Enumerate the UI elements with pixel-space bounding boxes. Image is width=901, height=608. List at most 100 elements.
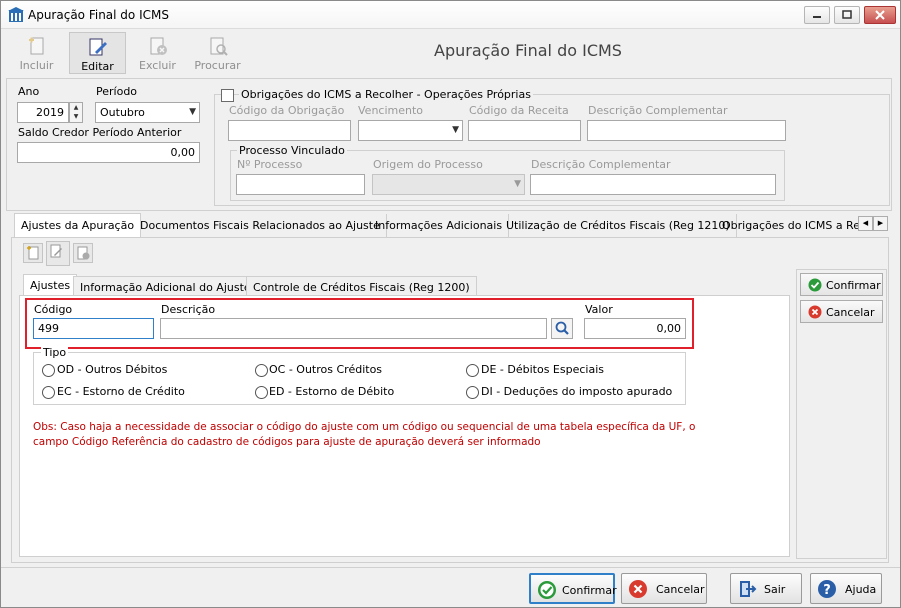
saldo-label: Saldo Credor Período Anterior <box>18 126 182 139</box>
ajuda-button[interactable]: ? Ajuda <box>810 573 882 604</box>
descricao-label: Descrição <box>161 303 216 316</box>
subtab-label: Informação Adicional do Ajuste <box>80 281 251 294</box>
excluir-button[interactable]: Excluir <box>129 32 186 74</box>
descricao-complementar2-input[interactable] <box>530 174 776 195</box>
tab-label: Obrigações do ICMS a Rec <box>722 219 858 232</box>
confirmar-button[interactable]: Confirmar <box>529 573 617 604</box>
saldo-input[interactable]: 0,00 <box>17 142 200 163</box>
radio-ed[interactable] <box>255 386 268 399</box>
radio-de[interactable] <box>466 364 479 377</box>
radio-di[interactable] <box>466 386 479 399</box>
radio-de-label: DE - Débitos Especiais <box>481 363 604 376</box>
subtab-informacao-adicional[interactable]: Informação Adicional do Ajuste <box>73 276 258 296</box>
chevron-down-icon: ▼ <box>189 107 196 117</box>
tab-label: Ajustes da Apuração <box>21 219 135 232</box>
minimize-button[interactable] <box>804 6 830 24</box>
subtab-controle-creditos[interactable]: Controle de Créditos Fiscais (Reg 1200) <box>246 276 477 296</box>
tab-label: Utilização de Créditos Fiscais (Reg 1210… <box>506 219 730 232</box>
procurar-button[interactable]: Procurar <box>189 32 246 74</box>
exit-door-icon <box>740 581 757 597</box>
tab-utilizacao-creditos[interactable]: Utilização de Créditos Fiscais (Reg 1210… <box>500 214 737 238</box>
radio-ec-label: EC - Estorno de Crédito <box>57 385 185 398</box>
descricao-complementar2-label: Descrição Complementar <box>531 158 671 171</box>
search-icon <box>555 321 569 335</box>
svg-text:?: ? <box>823 583 831 598</box>
delete-ajuste-button[interactable] <box>73 243 93 263</box>
chevron-left-icon: ◀ <box>862 219 869 227</box>
radio-ed-label: ED - Estorno de Débito <box>269 385 395 398</box>
side-cancelar-button[interactable]: Cancelar <box>800 300 883 323</box>
tab-label: Documentos Fiscais Relacionados ao Ajust… <box>140 219 380 232</box>
spin-down-icon: ▼ <box>73 113 79 120</box>
edit-ajuste-button[interactable] <box>46 241 70 266</box>
close-window-button[interactable] <box>864 6 896 24</box>
origem-processo-label: Origem do Processo <box>373 158 483 171</box>
ano-input[interactable]: 2019 <box>17 102 69 123</box>
search-document-icon <box>210 37 228 56</box>
obrigacoes-checkbox[interactable] <box>221 89 234 102</box>
excluir-label: Excluir <box>139 59 176 72</box>
descricao-input[interactable] <box>160 318 547 339</box>
add-ajuste-button[interactable] <box>23 243 43 263</box>
valor-label: Valor <box>585 303 613 316</box>
codigo-receita-input[interactable] <box>468 120 581 141</box>
chevron-right-icon: ▶ <box>877 219 884 227</box>
origem-processo-select[interactable]: ▼ <box>372 174 525 195</box>
vencimento-select[interactable]: ▼ <box>358 120 463 141</box>
tab-scroll-left[interactable]: ◀ <box>858 216 873 231</box>
tab-documentos-fiscais[interactable]: Documentos Fiscais Relacionados ao Ajust… <box>134 214 387 238</box>
obrigacoes-checkbox-label: Obrigações do ICMS a Recolher - Operaçõe… <box>239 88 533 101</box>
side-confirmar-button[interactable]: Confirmar <box>800 273 883 296</box>
tab-scroll-right[interactable]: ▶ <box>873 216 888 231</box>
spin-up-icon: ▲ <box>73 104 79 111</box>
radio-ec[interactable] <box>42 386 55 399</box>
periodo-value: Outubro <box>100 106 145 119</box>
maximize-button[interactable] <box>834 6 860 24</box>
incluir-button[interactable]: Incluir <box>8 32 65 74</box>
edit-document-icon <box>89 38 107 56</box>
application-window: Apuração Final do ICMS Incluir Editar Ex… <box>0 0 901 608</box>
page-title: Apuração Final do ICMS <box>434 41 622 60</box>
help-icon: ? <box>818 580 836 598</box>
maximize-icon <box>842 10 852 19</box>
editar-label: Editar <box>81 60 114 73</box>
codigo-obrigacao-input[interactable] <box>228 120 351 141</box>
codigo-input[interactable]: 499 <box>33 318 154 339</box>
radio-di-label: DI - Deduções do imposto apurado <box>481 385 673 398</box>
radio-od[interactable] <box>42 364 55 377</box>
descricao-complementar-input[interactable] <box>587 120 786 141</box>
check-circle-icon <box>538 581 556 599</box>
close-icon <box>875 10 885 20</box>
tab-informacoes-adicionais[interactable]: Informações Adicionais <box>369 214 510 238</box>
cancelar-label: Cancelar <box>656 583 705 596</box>
periodo-select[interactable]: Outubro ▼ <box>95 102 200 123</box>
delete-document-icon <box>77 246 90 260</box>
descricao-search-button[interactable] <box>551 318 573 339</box>
side-cancelar-label: Cancelar <box>826 306 875 319</box>
obs-line-1: Obs: Caso haja a necessidade de associar… <box>33 421 696 433</box>
numero-processo-input[interactable] <box>236 174 365 195</box>
radio-oc[interactable] <box>255 364 268 377</box>
ano-spinner[interactable]: ▲ ▼ <box>69 102 83 123</box>
sair-button[interactable]: Sair <box>730 573 802 604</box>
tab-obrigacoes-icms[interactable]: Obrigações do ICMS a Rec <box>716 214 858 238</box>
app-icon <box>8 7 24 22</box>
tab-ajustes-apuracao[interactable]: Ajustes da Apuração <box>14 213 142 239</box>
descricao-complementar-label: Descrição Complementar <box>588 104 728 117</box>
vencimento-label: Vencimento <box>358 104 424 117</box>
ajuda-label: Ajuda <box>845 583 877 596</box>
new-document-icon <box>27 246 39 260</box>
codigo-obrigacao-label: Código da Obrigação <box>229 104 345 117</box>
cancelar-button[interactable]: Cancelar <box>621 573 707 604</box>
radio-oc-label: OC - Outros Créditos <box>269 363 383 376</box>
ano-label: Ano <box>18 85 40 98</box>
chevron-down-icon: ▼ <box>452 125 459 135</box>
window-title: Apuração Final do ICMS <box>28 8 169 22</box>
incluir-label: Incluir <box>19 59 54 72</box>
tipo-label: Tipo <box>41 346 69 359</box>
tab-label: Informações Adicionais <box>375 219 503 232</box>
subtab-ajustes[interactable]: Ajustes <box>23 274 78 296</box>
editar-button[interactable]: Editar <box>69 32 126 74</box>
valor-input[interactable]: 0,00 <box>584 318 686 339</box>
check-circle-icon <box>808 278 822 292</box>
